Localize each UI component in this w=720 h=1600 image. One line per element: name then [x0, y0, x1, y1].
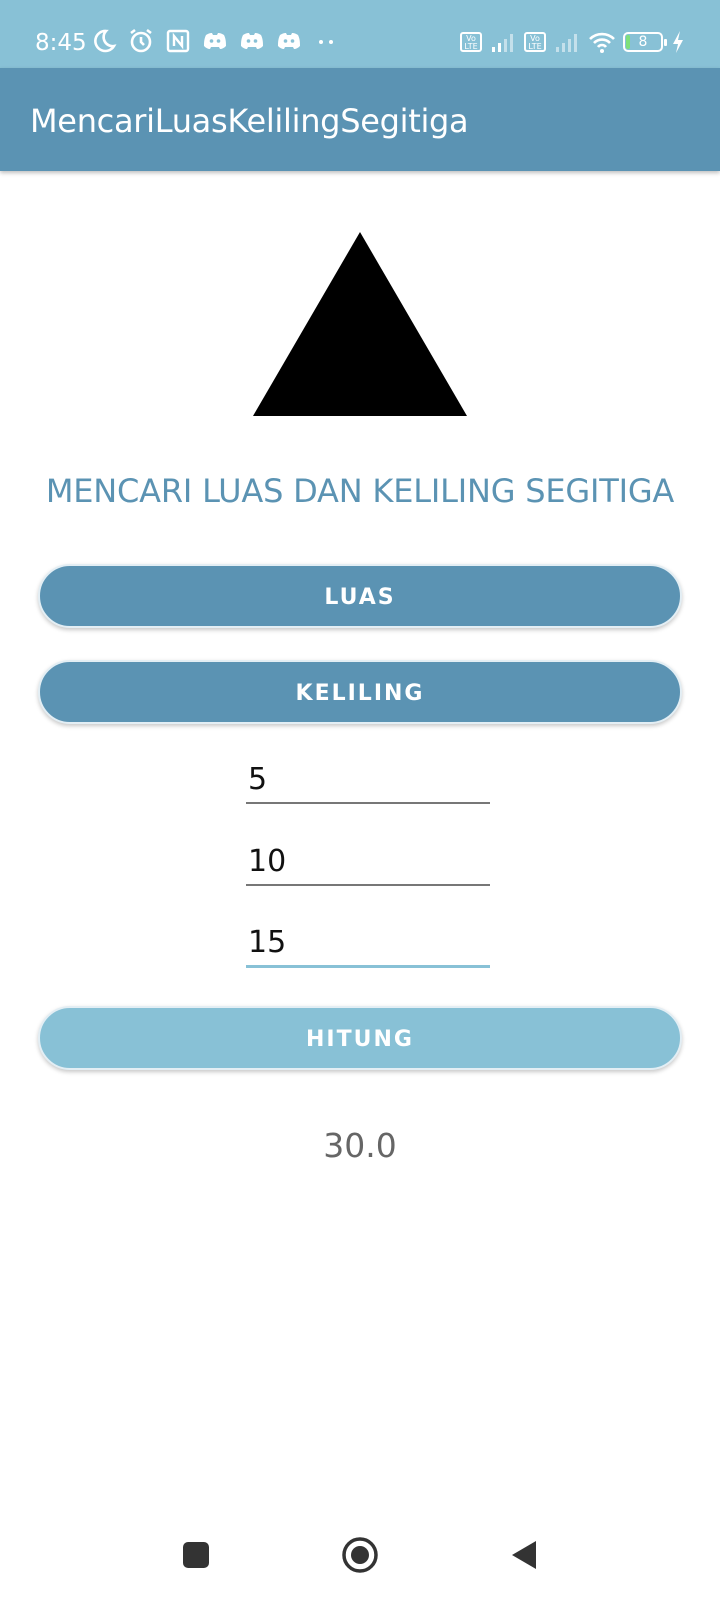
more-dots-icon — [312, 27, 340, 55]
moon-icon — [90, 27, 118, 55]
navigation-bar — [0, 1500, 720, 1600]
battery-icon: 8 — [623, 32, 667, 52]
hitung-button[interactable]: HITUNG — [38, 1006, 682, 1070]
status-bar: 8:45 Vo LTE Vo LTE 8 — [0, 0, 720, 68]
nfc-icon — [164, 27, 192, 55]
volte-icon: Vo LTE — [524, 32, 546, 52]
home-icon[interactable] — [340, 1535, 380, 1575]
app-title: MencariLuasKelilingSegitiga — [30, 102, 469, 140]
signal-icon — [489, 28, 517, 56]
status-right-icons: Vo LTE Vo LTE 8 — [460, 28, 686, 56]
side-a-input[interactable] — [246, 752, 490, 802]
discord-icon — [201, 27, 229, 55]
status-time: 8:45 — [35, 30, 87, 56]
alarm-icon — [127, 27, 155, 55]
back-icon[interactable] — [504, 1535, 544, 1575]
page-heading: MENCARI LUAS DAN KELILING SEGITIGA — [45, 472, 675, 510]
keliling-button[interactable]: KELILING — [38, 660, 682, 724]
side-b-input[interactable] — [246, 834, 490, 884]
app-bar: MencariLuasKelilingSegitiga — [0, 68, 720, 171]
status-left-icons — [90, 27, 340, 55]
luas-button[interactable]: LUAS — [38, 564, 682, 628]
recent-apps-icon[interactable] — [176, 1535, 216, 1575]
triangle-image — [253, 232, 467, 416]
side-c-input[interactable] — [246, 916, 490, 965]
side-c-field-wrapper — [246, 916, 490, 968]
result-text: 30.0 — [323, 1126, 397, 1165]
discord-icon — [238, 27, 266, 55]
volte-icon: Vo LTE — [460, 32, 482, 52]
charging-icon — [670, 28, 686, 56]
side-b-field-wrapper — [246, 834, 490, 886]
signal-icon — [553, 28, 581, 56]
side-a-field-wrapper — [246, 752, 490, 804]
wifi-icon — [588, 28, 616, 56]
discord-icon — [275, 27, 303, 55]
